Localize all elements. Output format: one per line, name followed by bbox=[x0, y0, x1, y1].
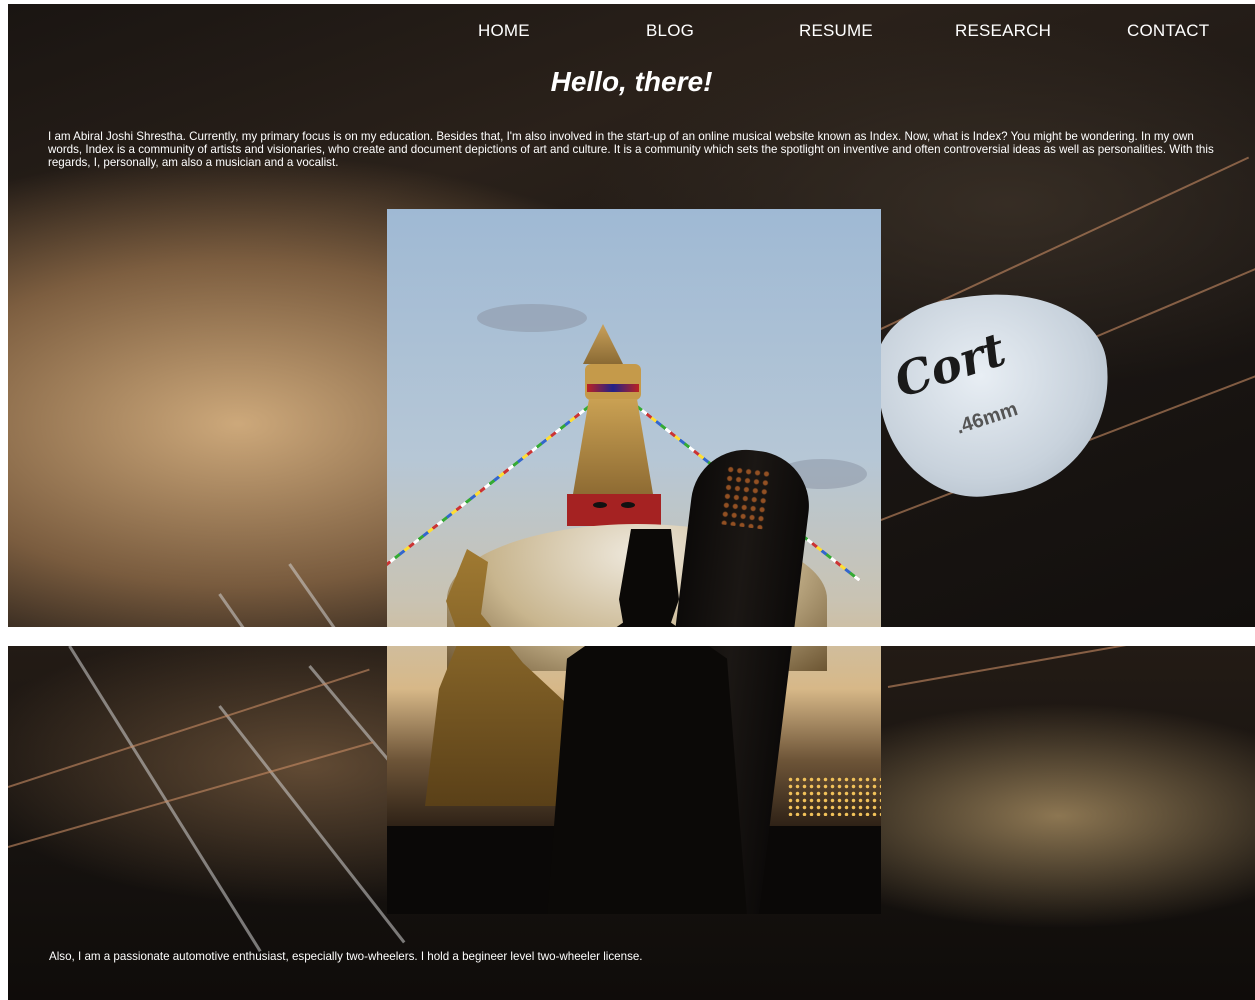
page-heading: Hello, there! bbox=[550, 66, 713, 97]
bottom-viewport: Also, I am a passionate automotive enthu… bbox=[8, 646, 1255, 1000]
nav-home-link[interactable]: HOME bbox=[478, 21, 530, 41]
intro-paragraph: I am Abiral Joshi Shrestha. Currently, m… bbox=[48, 130, 1214, 169]
pick-brand-text: Cort bbox=[887, 321, 1012, 409]
nav-resume-link[interactable]: RESUME bbox=[799, 21, 873, 41]
boudhanath-photo-continued bbox=[387, 646, 881, 914]
main-nav: HOME BLOG RESUME RESEARCH CONTACT bbox=[8, 21, 1255, 45]
top-viewport: Cort .46mm HOME BLOG RESUME RESEARCH CON… bbox=[8, 4, 1255, 627]
automotive-paragraph: Also, I am a passionate automotive enthu… bbox=[49, 950, 643, 963]
pick-size-text: .46mm bbox=[953, 398, 1021, 439]
nav-contact-link[interactable]: CONTACT bbox=[1127, 21, 1209, 41]
nav-research-link[interactable]: RESEARCH bbox=[955, 21, 1051, 41]
nav-blog-link[interactable]: BLOG bbox=[646, 21, 694, 41]
boudhanath-photo bbox=[387, 209, 881, 627]
